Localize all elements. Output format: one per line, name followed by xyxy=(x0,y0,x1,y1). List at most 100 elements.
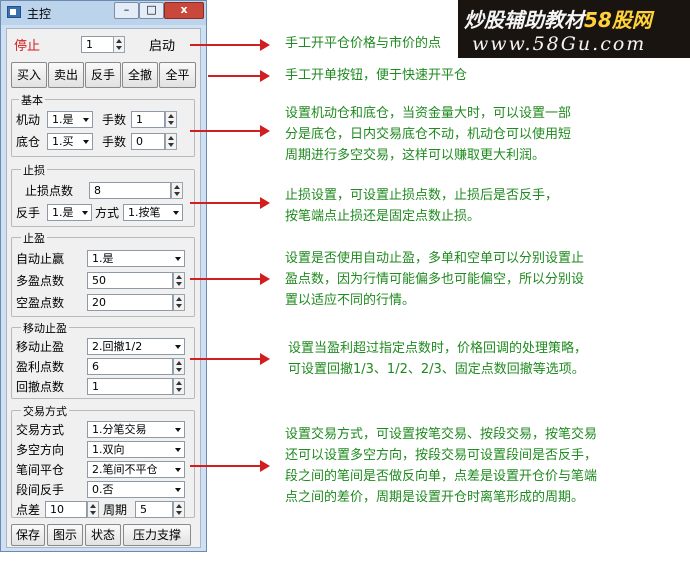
qty-input[interactable]: 1 xyxy=(81,36,115,53)
stroke-close-select[interactable]: 2.笔间不平仓 xyxy=(87,461,185,478)
status-button[interactable]: 状态 xyxy=(85,524,121,546)
start-button[interactable]: 启动 xyxy=(149,35,175,54)
segment-reverse-value: 0.否 xyxy=(92,483,114,496)
window-title: 主控 xyxy=(27,7,52,21)
base-lots-input[interactable]: 0 xyxy=(131,133,165,150)
spread-input[interactable]: 10 xyxy=(45,501,87,518)
period-stepper[interactable] xyxy=(173,501,185,518)
note-line: 段之间的笔间是否做反向单，点差是设置开仓价与笔端 xyxy=(285,469,598,484)
arrowhead-icon xyxy=(260,353,270,365)
stop-button[interactable]: 停止 xyxy=(14,35,40,54)
trade-mode-select[interactable]: 1.分笔交易 xyxy=(87,421,185,438)
chevron-down-icon xyxy=(172,422,184,437)
note-stoploss: 止损设置，可设置止损点数，止损后是否反手， 按笔端点止损还是固定点数止损。 xyxy=(285,185,558,227)
arrowhead-icon xyxy=(260,197,270,209)
chevron-down-icon xyxy=(79,205,91,220)
cancel-all-button[interactable]: 全撤 xyxy=(122,62,158,88)
arrow-7 xyxy=(190,460,270,472)
short-tp-label: 空盈点数 xyxy=(16,296,65,310)
note-line: 周期进行多空交易，这样可以赚取更大利润。 xyxy=(285,148,546,163)
trailing-profit-stepper[interactable] xyxy=(173,358,185,375)
note-manual-buttons: 手工开单按钮，便于快速开平仓 xyxy=(285,65,467,86)
qty-stepper[interactable] xyxy=(113,36,125,53)
stoploss-reverse-label: 反手 xyxy=(16,206,41,220)
note-line: 手工开单按钮，便于快速开平仓 xyxy=(285,68,468,83)
mobile-lots-stepper[interactable] xyxy=(165,111,177,128)
stoploss-points-stepper[interactable] xyxy=(171,182,183,199)
stoploss-group-title: 止损 xyxy=(21,162,47,178)
arrow-2 xyxy=(208,70,270,82)
segment-reverse-label: 段间反手 xyxy=(16,483,65,497)
short-tp-stepper[interactable] xyxy=(173,294,185,311)
note-price-offset: 手工开平仓价格与市价的点 xyxy=(285,33,441,54)
mobile-label: 机动 xyxy=(16,113,41,127)
segment-reverse-select[interactable]: 0.否 xyxy=(87,481,185,498)
direction-label: 多空方向 xyxy=(16,443,65,457)
note-line: 置以适应不同的行情。 xyxy=(285,293,416,308)
sell-button[interactable]: 卖出 xyxy=(48,62,84,88)
short-tp-input[interactable]: 20 xyxy=(87,294,173,311)
note-line: 设置交易方式，可设置按笔交易、按段交易，按笔交易 xyxy=(285,427,598,442)
note-basic: 设置机动仓和底仓，当资金量大时，可以设置一部 分是底仓，日内交易底仓不动，机动仓… xyxy=(285,103,571,166)
banner-brand: 58股网 xyxy=(584,8,652,32)
stoploss-mode-value: 1.按笔 xyxy=(128,206,161,219)
note-line: 设置是否使用自动止盈，多单和空单可以分别设置止 xyxy=(285,251,585,266)
pressure-support-button[interactable]: 压力支撑 xyxy=(123,524,191,546)
auto-tp-label: 自动止赢 xyxy=(16,252,65,266)
note-line: 设置机动仓和底仓，当资金量大时，可以设置一部 xyxy=(285,106,572,121)
chevron-down-icon xyxy=(172,482,184,497)
reverse-button[interactable]: 反手 xyxy=(85,62,121,88)
close-button[interactable]: x xyxy=(164,2,204,19)
period-label: 周期 xyxy=(103,503,128,517)
note-line: 止损设置，可设置止损点数，止损后是否反手， xyxy=(285,188,559,203)
stoploss-reverse-value: 1.是 xyxy=(52,206,74,219)
arrowhead-icon xyxy=(260,70,270,82)
mobile-lots-input[interactable]: 1 xyxy=(131,111,165,128)
maximize-button[interactable]: □ xyxy=(139,2,164,19)
direction-select[interactable]: 1.双向 xyxy=(87,441,185,458)
title-bar[interactable]: 主控 – □ x xyxy=(1,1,206,25)
banner-line-1: 炒股辅助教材58股网 xyxy=(464,4,652,33)
diagram-button[interactable]: 图示 xyxy=(47,524,83,546)
arrow-6 xyxy=(190,353,270,365)
stoploss-reverse-select[interactable]: 1.是 xyxy=(47,204,92,221)
banner-prefix: 炒股辅助教材 xyxy=(464,8,584,32)
spread-label: 点差 xyxy=(16,503,41,517)
note-line: 盈点数，因为行情可能偏多也可能偏空，所以分别设 xyxy=(285,272,585,287)
arrow-1 xyxy=(190,39,270,51)
note-trade-mode: 设置交易方式，可设置按笔交易、按段交易，按笔交易 还可以设置多空方向，按段交易可… xyxy=(285,424,597,508)
save-button[interactable]: 保存 xyxy=(11,524,45,546)
period-input[interactable]: 5 xyxy=(135,501,173,518)
long-tp-stepper[interactable] xyxy=(173,272,185,289)
trade-mode-value: 1.分笔交易 xyxy=(92,423,147,436)
arrow-5 xyxy=(190,273,270,285)
trailing-mode-value: 2.回撤1/2 xyxy=(92,340,143,353)
spread-stepper[interactable] xyxy=(87,501,99,518)
stroke-close-label: 笔间平仓 xyxy=(16,463,65,477)
main-control-window: 主控 – □ x 停止 1 启动 买入 卖出 反手 全撤 全平 基本 机动 1.… xyxy=(0,0,207,552)
trailing-profit-label: 盈利点数 xyxy=(16,360,65,374)
trailing-profit-input[interactable]: 6 xyxy=(87,358,173,375)
trailing-mode-select[interactable]: 2.回撤1/2 xyxy=(87,338,185,355)
stoploss-mode-select[interactable]: 1.按笔 xyxy=(123,204,183,221)
buy-button[interactable]: 买入 xyxy=(11,62,47,88)
direction-value: 1.双向 xyxy=(92,443,125,456)
base-select-value: 1.买 xyxy=(52,135,74,148)
stoploss-mode-label: 方式 xyxy=(95,206,120,220)
chevron-down-icon xyxy=(172,251,184,266)
trade-mode-group-title: 交易方式 xyxy=(21,403,69,419)
long-tp-input[interactable]: 50 xyxy=(87,272,173,289)
note-line: 还可以设置多空方向，按段交易可设置段间是否反手， xyxy=(285,448,598,463)
close-all-button[interactable]: 全平 xyxy=(159,62,196,88)
trailing-retrace-input[interactable]: 1 xyxy=(87,378,173,395)
mobile-select[interactable]: 1.是 xyxy=(47,111,93,128)
stroke-close-value: 2.笔间不平仓 xyxy=(92,463,158,476)
trailing-retrace-stepper[interactable] xyxy=(173,378,185,395)
base-lots-stepper[interactable] xyxy=(165,133,177,150)
auto-tp-select[interactable]: 1.是 xyxy=(87,250,185,267)
long-tp-label: 多盈点数 xyxy=(16,274,65,288)
stoploss-points-input[interactable]: 8 xyxy=(89,182,171,199)
minimize-button[interactable]: – xyxy=(114,2,139,19)
arrowhead-icon xyxy=(260,125,270,137)
base-select[interactable]: 1.买 xyxy=(47,133,93,150)
